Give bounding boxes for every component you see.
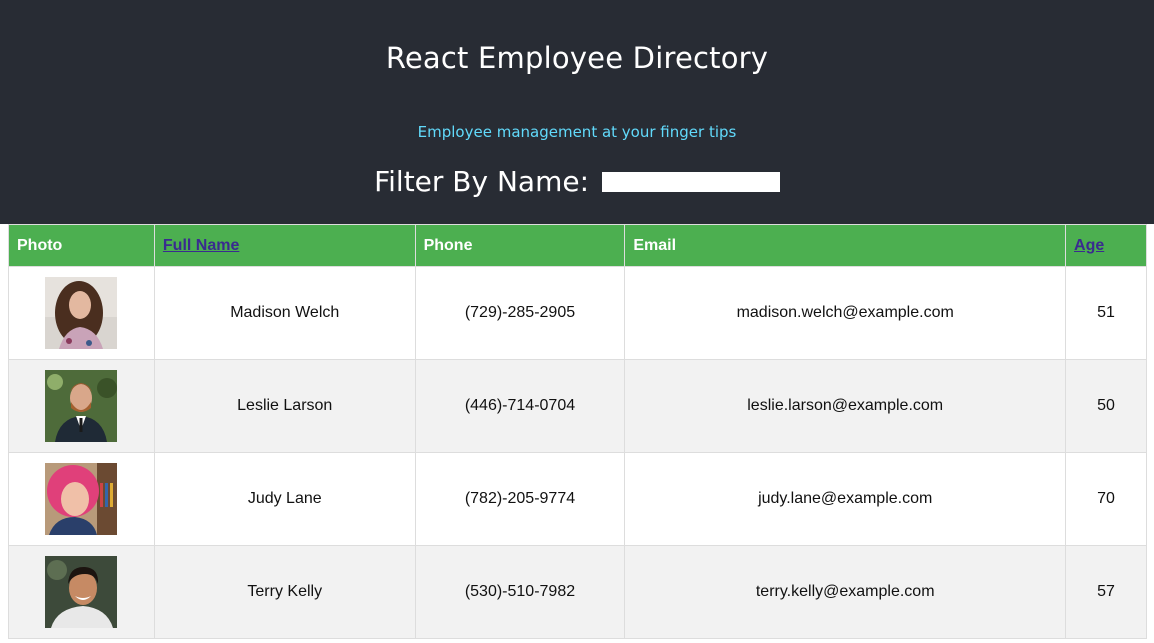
photo-cell [8, 452, 155, 546]
table-header-row: Photo Full Name Phone Email Age [8, 224, 1147, 267]
page-title: React Employee Directory [385, 41, 769, 75]
filter-name-input[interactable] [601, 172, 780, 192]
email-cell: madison.welch@example.com [624, 266, 1067, 360]
employee-table: Photo Full Name Phone Email Age Madison … [8, 224, 1147, 639]
phone-cell: (530)-510-7982 [414, 545, 626, 639]
column-header-photo: Photo [8, 224, 155, 267]
phone-cell: (729)-285-2905 [414, 266, 626, 360]
phone-cell: (782)-205-9774 [414, 452, 626, 546]
column-header-age: Age [1065, 224, 1147, 267]
age-cell: 51 [1065, 266, 1147, 360]
sort-by-age-link[interactable]: Age [1074, 237, 1104, 254]
full-name-cell: Madison Welch [153, 266, 416, 360]
tagline: Employee management at your finger tips [417, 123, 737, 141]
column-header-phone: Phone [414, 224, 626, 267]
photo-cell [8, 266, 155, 360]
column-header-full-name: Full Name [153, 224, 416, 267]
filter-bar: Filter By Name: [0, 163, 1154, 200]
sort-by-name-link[interactable]: Full Name [163, 237, 239, 254]
photo-cell [8, 545, 155, 639]
filter-label: Filter By Name: [374, 165, 590, 198]
full-name-cell: Judy Lane [153, 452, 416, 546]
employee-photo [45, 277, 118, 349]
photo-cell [8, 359, 155, 453]
age-cell: 57 [1065, 545, 1147, 639]
app-header: React Employee Directory Employee manage… [0, 0, 1154, 224]
email-cell: leslie.larson@example.com [624, 359, 1067, 453]
table-row: Leslie Larson (446)-714-0704 leslie.lars… [8, 359, 1147, 453]
full-name-cell: Terry Kelly [153, 545, 416, 639]
age-cell: 50 [1065, 359, 1147, 453]
full-name-cell: Leslie Larson [153, 359, 416, 453]
employee-photo [45, 556, 118, 628]
column-header-email: Email [624, 224, 1067, 267]
email-cell: judy.lane@example.com [624, 452, 1067, 546]
table-row: Judy Lane (782)-205-9774 judy.lane@examp… [8, 452, 1147, 546]
phone-cell: (446)-714-0704 [414, 359, 626, 453]
table-row: Terry Kelly (530)-510-7982 terry.kelly@e… [8, 545, 1147, 639]
employee-photo [45, 463, 118, 535]
age-cell: 70 [1065, 452, 1147, 546]
employee-photo [45, 370, 118, 442]
table-row: Madison Welch (729)-285-2905 madison.wel… [8, 266, 1147, 360]
email-cell: terry.kelly@example.com [624, 545, 1067, 639]
